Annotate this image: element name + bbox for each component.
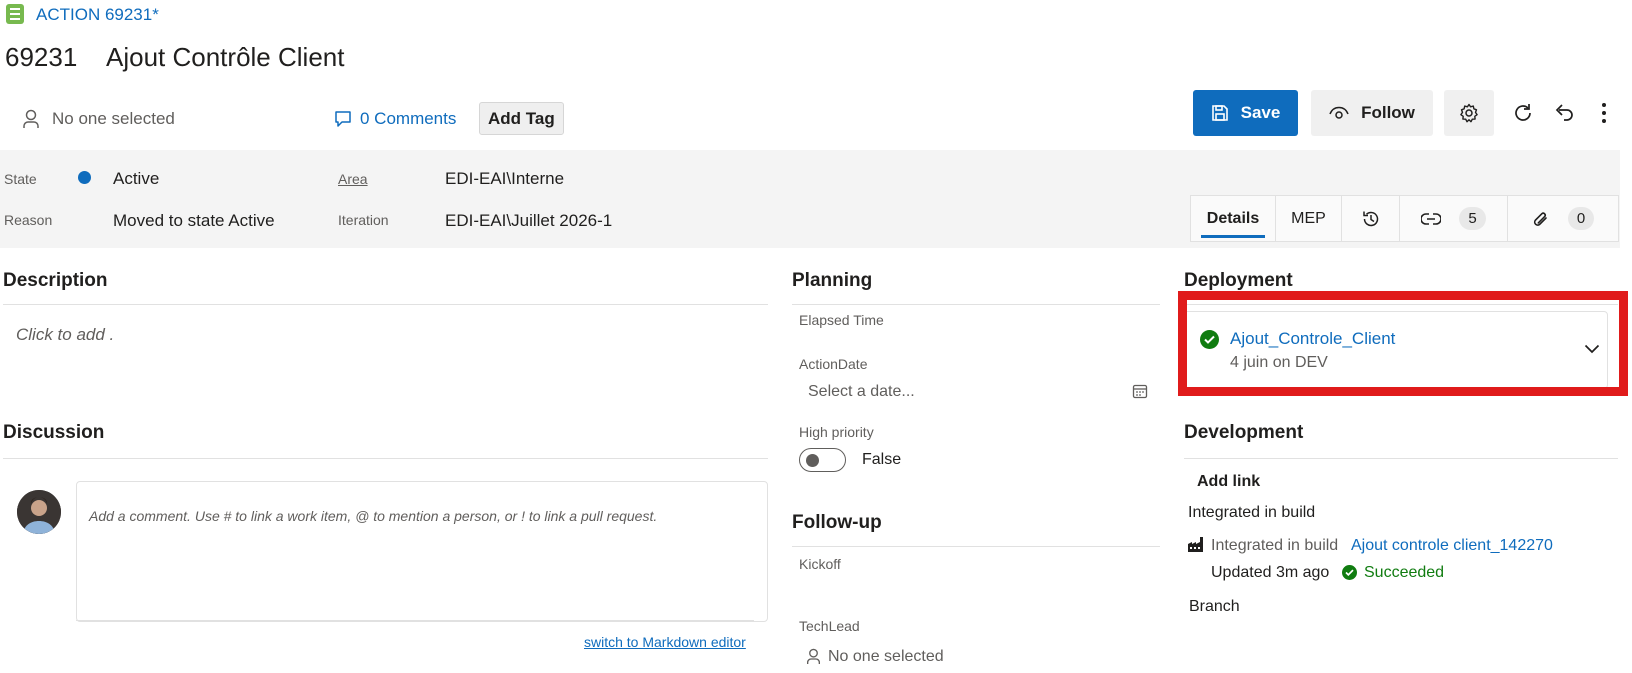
integrated-prefix: Integrated in build (1211, 537, 1339, 554)
description-title: Description (3, 270, 108, 291)
iteration-value[interactable]: EDI-EAI\Juillet 2026-1 (445, 211, 612, 231)
work-item-tabs: Details MEP 5 0 (1190, 195, 1619, 242)
tab-links[interactable]: 5 (1400, 196, 1508, 241)
refresh-icon[interactable] (1512, 102, 1534, 124)
save-label: Save (1240, 103, 1281, 122)
discussion-divider (3, 458, 768, 459)
development-title: Development (1184, 422, 1304, 443)
tab-mep-label: MEP (1291, 209, 1326, 227)
high-priority-label: High priority (799, 424, 874, 440)
comment-editor[interactable] (76, 481, 768, 622)
calendar-icon[interactable] (1132, 383, 1148, 399)
planning-divider (792, 304, 1160, 305)
area-value[interactable]: EDI-EAI\Interne (445, 169, 564, 189)
links-count: 5 (1459, 207, 1486, 230)
description-divider (3, 304, 768, 305)
avatar (17, 490, 61, 534)
planning-title: Planning (792, 270, 873, 291)
gear-icon (1459, 103, 1479, 123)
description-editor[interactable]: Click to add . (16, 325, 114, 345)
toggle-knob (806, 454, 819, 467)
high-priority-value: False (862, 451, 902, 468)
more-icon[interactable] (1600, 102, 1608, 124)
elapsed-time-label: Elapsed Time (799, 312, 884, 328)
assignee-picker[interactable]: No one selected (22, 104, 175, 134)
work-item-id: 69231 (5, 42, 78, 72)
state-value[interactable]: Active (113, 169, 159, 189)
build-updated: Updated 3m ago (1211, 564, 1330, 581)
assignee-label: No one selected (52, 109, 175, 128)
add-link-button[interactable]: Add link (1197, 473, 1260, 491)
attachment-icon (1532, 209, 1550, 229)
discussion-title: Discussion (3, 422, 105, 443)
build-icon (1187, 536, 1204, 553)
follow-label: Follow (1361, 103, 1415, 122)
comment-placeholder: Add a comment. Use # to link a work item… (89, 508, 658, 524)
person-icon (806, 648, 821, 665)
followup-title: Follow-up (792, 512, 882, 533)
work-item-type-icon (6, 4, 24, 24)
reason-value[interactable]: Moved to state Active (113, 211, 275, 231)
markdown-editor-link[interactable]: switch to Markdown editor (584, 634, 746, 650)
link-icon (1421, 212, 1442, 226)
comment-icon (334, 110, 352, 128)
save-icon (1211, 104, 1229, 122)
tab-mep[interactable]: MEP (1276, 196, 1342, 241)
tab-details-label: Details (1206, 209, 1260, 227)
state-label: State (4, 171, 37, 187)
add-tag-button[interactable]: Add Tag (479, 102, 564, 135)
state-indicator-icon (78, 171, 91, 184)
integrated-heading: Integrated in build (1188, 504, 1316, 521)
undo-icon[interactable] (1554, 102, 1576, 124)
techlead-value[interactable]: No one selected (828, 648, 944, 666)
comment-editor-divider (76, 620, 754, 621)
attachments-count: 0 (1567, 207, 1595, 230)
settings-button[interactable] (1444, 90, 1494, 136)
reason-label: Reason (4, 212, 53, 228)
tab-details[interactable]: Details (1191, 196, 1276, 241)
work-item-title[interactable]: Ajout Contrôle Client (106, 42, 344, 73)
iteration-label: Iteration (338, 212, 389, 228)
follow-button[interactable]: Follow (1311, 90, 1433, 136)
followup-divider (792, 546, 1160, 547)
eye-icon (1329, 106, 1349, 120)
kickoff-label: Kickoff (799, 556, 841, 572)
development-divider (1184, 458, 1618, 459)
deployment-title: Deployment (1184, 270, 1293, 291)
person-icon (22, 109, 40, 129)
comments-link[interactable]: 0 Comments (334, 104, 456, 134)
tab-history[interactable] (1342, 196, 1400, 241)
build-link[interactable]: Ajout controle client_142270 (1351, 537, 1553, 555)
tab-attachments[interactable]: 0 (1508, 196, 1618, 241)
techlead-label: TechLead (799, 618, 860, 634)
branch-label: Branch (1189, 598, 1240, 615)
history-icon (1361, 209, 1381, 229)
action-date-input[interactable]: Select a date... (808, 383, 915, 401)
success-check-icon (1342, 565, 1357, 580)
build-status: Succeeded (1364, 564, 1445, 581)
area-label: Area (338, 171, 368, 187)
comments-count-label: 0 Comments (360, 109, 457, 128)
action-date-label: ActionDate (799, 356, 868, 372)
highlight-box (1178, 291, 1628, 396)
work-item-type-label[interactable]: ACTION 69231* (36, 5, 159, 25)
save-button[interactable]: Save (1193, 90, 1298, 136)
